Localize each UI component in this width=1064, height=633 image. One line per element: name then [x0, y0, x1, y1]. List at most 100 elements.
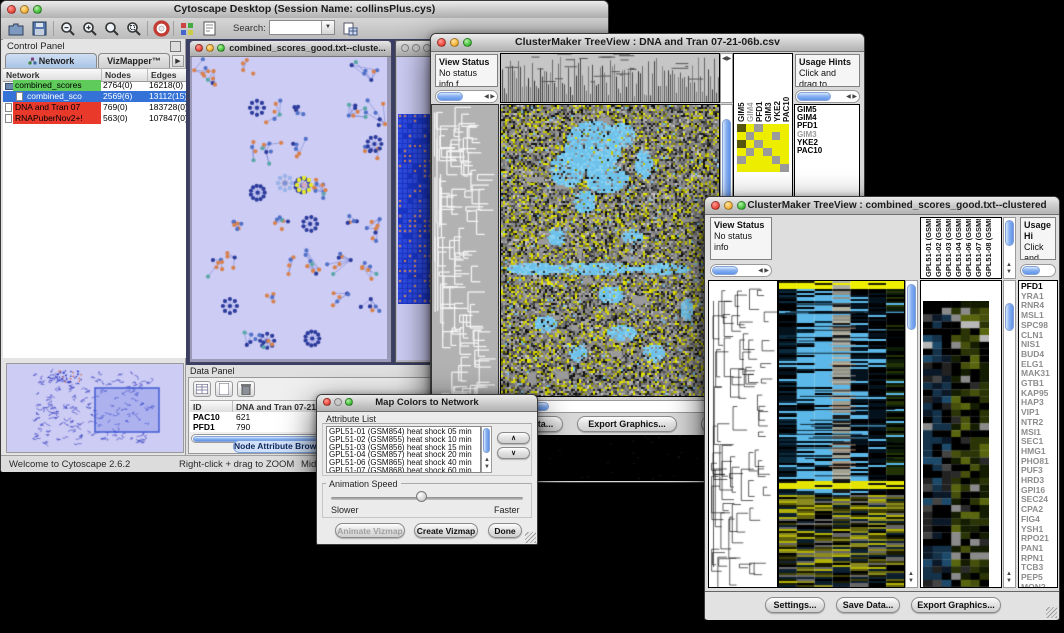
treeview2-labels-vscrollbar[interactable]: ▲▼ — [1003, 217, 1016, 279]
list-item[interactable]: GIM5 — [737, 56, 746, 122]
zoom-button[interactable] — [463, 38, 472, 47]
list-item[interactable]: PAC10 — [797, 147, 857, 155]
zoom-fit-icon[interactable] — [103, 20, 121, 37]
dialog-titlebar[interactable]: Map Colors to Network — [317, 395, 537, 412]
zoom-selected-icon[interactable] — [125, 20, 143, 37]
animate-vizmap-button[interactable]: Animate Vizmap — [335, 523, 405, 538]
treeview1-column-dendrogram[interactable] — [500, 53, 720, 103]
zoom-button[interactable] — [217, 44, 225, 52]
matrix-cell[interactable] — [763, 156, 772, 164]
minimize-button[interactable] — [450, 38, 459, 47]
treeview2-heatmap[interactable] — [778, 280, 905, 588]
help-lifering-icon[interactable] — [152, 20, 170, 37]
move-down-button[interactable]: ∨ — [497, 447, 530, 459]
matrix-cell[interactable] — [754, 132, 763, 140]
network-view-canvas[interactable] — [192, 57, 387, 359]
network-overview-canvas[interactable] — [7, 364, 183, 452]
treeview1-titlebar[interactable]: ClusterMaker TreeView : DNA and Tran 07-… — [431, 34, 864, 52]
animation-speed-slider-thumb[interactable] — [416, 491, 427, 502]
matrix-cell[interactable] — [737, 156, 746, 164]
zoom-button[interactable] — [345, 398, 353, 406]
treeview1-row-dendrogram[interactable] — [431, 104, 499, 397]
matrix-cell[interactable] — [780, 140, 789, 148]
minimize-button[interactable] — [334, 398, 342, 406]
list-item[interactable]: GPL51-06 (GSM865 — [964, 219, 974, 277]
matrix-cell[interactable] — [772, 124, 781, 132]
network-row[interactable]: combined_scores2764(0)16218(0) — [3, 80, 186, 91]
close-button[interactable] — [711, 201, 720, 210]
network-window-titlebar[interactable]: combined_scores_good.txt--cluste... — [190, 41, 391, 57]
matrix-cell[interactable] — [737, 148, 746, 156]
matrix-cell[interactable] — [772, 132, 781, 140]
matrix-cell[interactable] — [754, 124, 763, 132]
annotation-icon[interactable] — [200, 20, 218, 37]
list-item[interactable]: YKE2 — [773, 56, 782, 122]
matrix-cell[interactable] — [780, 132, 789, 140]
matrix-cell[interactable] — [737, 140, 746, 148]
matrix-cell[interactable] — [763, 140, 772, 148]
search-dropdown-arrow-icon[interactable]: ▼ — [321, 21, 334, 34]
list-item[interactable]: GPL51-04 (GSM857 — [954, 219, 964, 277]
create-vizmap-button[interactable]: Create Vizmap — [414, 523, 478, 538]
matrix-cell[interactable] — [737, 124, 746, 132]
zoom-out-icon[interactable] — [59, 20, 77, 37]
matrix-cell[interactable] — [780, 156, 789, 164]
close-button[interactable] — [437, 38, 446, 47]
zoom-button[interactable] — [33, 5, 42, 14]
new-attribute-icon[interactable] — [215, 381, 233, 397]
minimize-button[interactable] — [206, 44, 214, 52]
matrix-cell[interactable] — [763, 124, 772, 132]
resize-grip[interactable] — [1046, 607, 1057, 618]
treeview2-gene-list[interactable]: PFD1YRA1RNR4MSL1SPC98CLN1NIS1BUD4ELG1MAK… — [1018, 280, 1058, 588]
close-button[interactable] — [195, 44, 203, 52]
list-item[interactable]: GIM3 — [764, 56, 773, 122]
move-up-button[interactable]: ∧ — [497, 432, 530, 444]
matrix-cell[interactable] — [763, 148, 772, 156]
matrix-cell[interactable] — [772, 140, 781, 148]
matrix-cell[interactable] — [746, 148, 755, 156]
export-graphics-button[interactable]: Export Graphics... — [577, 416, 677, 432]
treeview1-zoom-heatmap[interactable] — [737, 124, 789, 172]
tab-overflow-button[interactable]: ▶ — [172, 55, 184, 67]
treeview2-row-dendrogram[interactable] — [708, 280, 778, 588]
matrix-cell[interactable] — [763, 132, 772, 140]
treeview2-vscrollbar[interactable]: ▲▼ — [905, 280, 918, 588]
matrix-cell[interactable] — [746, 124, 755, 132]
search-input[interactable]: ▼ — [269, 20, 335, 35]
network-row[interactable]: RNAPuberNov2+!563(0)107847(0) — [3, 113, 186, 124]
attribute-list[interactable]: GPL51-01 (GSM854) heat shock 05 minGPL51… — [326, 426, 481, 473]
list-item[interactable]: PFD1 — [755, 56, 764, 122]
treeview1-hints-hscrollbar[interactable]: ◀ ▶ — [795, 90, 860, 103]
list-item[interactable]: GPL51-08 (GSM872 — [984, 219, 994, 277]
network-row[interactable]: combined_sco2569(6)13112(15) — [3, 91, 186, 102]
matrix-cell[interactable] — [780, 124, 789, 132]
list-item[interactable]: GPL51-03 (GSM856 — [944, 219, 954, 277]
list-item[interactable]: GPL51-07 (GSM868) heat shock 60 min — [329, 467, 478, 473]
vizmap-squares-icon[interactable] — [178, 20, 196, 37]
tab-network[interactable]: Network — [5, 53, 97, 68]
open-file-icon[interactable] — [7, 20, 25, 37]
done-button[interactable]: Done — [488, 523, 522, 538]
attribute-select-icon[interactable] — [193, 381, 211, 397]
scroll-left-right-icons[interactable]: ◀ ▶ — [484, 94, 495, 101]
treeview2-zoom-heatmap[interactable] — [920, 280, 1002, 588]
scroll-left-right-icons[interactable]: ◀▶ — [722, 56, 731, 63]
matrix-cell[interactable] — [746, 140, 755, 148]
zoom-button[interactable] — [737, 201, 746, 210]
matrix-cell[interactable] — [746, 164, 755, 172]
minimize-button[interactable] — [724, 201, 733, 210]
list-item[interactable]: GPL51-02 (GSM855 — [934, 219, 944, 277]
matrix-cell[interactable] — [754, 140, 763, 148]
list-item[interactable]: GPL51-01 (GSM854 — [924, 219, 934, 277]
treeview2-zoom-vscrollbar[interactable]: ▲▼ — [1003, 280, 1016, 588]
network-row[interactable]: DNA and Tran 07769(0)183728(0) — [3, 102, 186, 113]
matrix-cell[interactable] — [754, 156, 763, 164]
animation-speed-slider-track[interactable] — [331, 497, 523, 500]
treeview2-titlebar[interactable]: ClusterMaker TreeView : combined_scores_… — [705, 197, 1059, 215]
treeview1-status-hscrollbar[interactable]: ◀ ▶ — [435, 90, 498, 103]
close-button[interactable] — [401, 44, 409, 52]
matrix-cell[interactable] — [754, 164, 763, 172]
list-item[interactable]: GIM4 — [746, 56, 755, 122]
delete-attribute-icon[interactable] — [237, 381, 255, 397]
minimize-button[interactable] — [20, 5, 29, 14]
